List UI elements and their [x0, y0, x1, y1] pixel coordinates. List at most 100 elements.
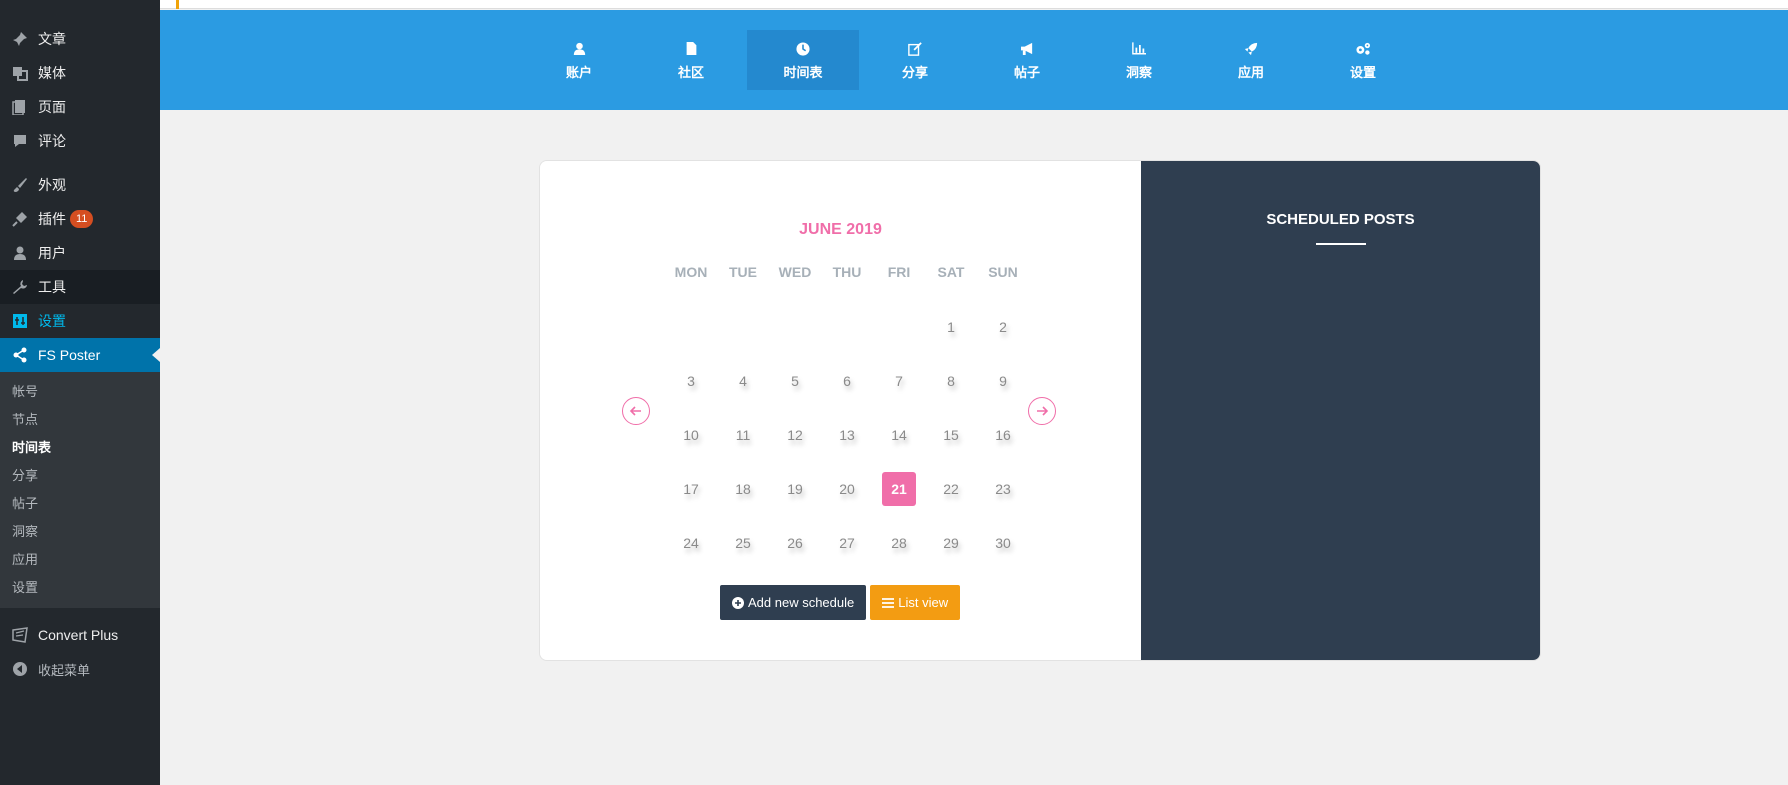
submenu-item-nodes[interactable]: 节点 [0, 406, 160, 434]
calendar-day[interactable]: 22 [925, 472, 977, 506]
calendar-day[interactable]: 24 [665, 526, 717, 560]
calendar-day[interactable]: 10 [665, 418, 717, 452]
calendar-day-empty [821, 310, 873, 344]
file-icon [686, 40, 697, 58]
scheduled-posts-title: SCHEDULED POSTS [1266, 211, 1415, 228]
calendar-day[interactable]: 30 [977, 526, 1029, 560]
weekday-label: SUN [988, 264, 1018, 280]
fs-poster-submenu: 帐号 节点 时间表 分享 帖子 洞察 应用 设置 [0, 372, 160, 608]
submenu-item-posts[interactable]: 帖子 [0, 490, 160, 518]
submenu-item-settings[interactable]: 设置 [0, 574, 160, 602]
media-icon [10, 63, 30, 83]
calendar-day[interactable]: 14 [873, 418, 925, 452]
calendar-day[interactable]: 5 [769, 364, 821, 398]
day-number: 30 [995, 535, 1011, 551]
calendar-day[interactable]: 20 [821, 472, 873, 506]
sidebar-item-posts[interactable]: 文章 [0, 22, 160, 56]
sidebar-item-pages[interactable]: 页面 [0, 90, 160, 124]
calendar-day[interactable]: 3 [665, 364, 717, 398]
sidebar-item-users[interactable]: 用户 [0, 236, 160, 270]
sidebar-item-settings[interactable]: 设置 [0, 304, 160, 338]
admin-sidebar: 文章 媒体 页面 评论 外观 插件 11 用户 工具 设置 FS Poster … [0, 0, 160, 785]
tab-posts[interactable]: 帖子 [971, 30, 1083, 90]
calendar-day[interactable]: 23 [977, 472, 1029, 506]
submenu-item-insights[interactable]: 洞察 [0, 518, 160, 546]
add-schedule-button[interactable]: Add new schedule [720, 585, 867, 620]
calendar-day[interactable]: 26 [769, 526, 821, 560]
edit-icon [908, 40, 922, 58]
calendar-day[interactable]: 28 [873, 526, 925, 560]
sidebar-item-label: Convert Plus [38, 627, 119, 643]
tab-accounts[interactable]: 账户 [523, 30, 635, 90]
calendar-day[interactable]: 7 [873, 364, 925, 398]
calendar-day[interactable]: 27 [821, 526, 873, 560]
calendar-day[interactable]: 1 [925, 310, 977, 344]
sidebar-item-appearance[interactable]: 外观 [0, 168, 160, 202]
calendar-day[interactable]: 16 [977, 418, 1029, 452]
calendar-day-empty [717, 310, 769, 344]
tab-settings[interactable]: 设置 [1307, 30, 1419, 90]
day-number: 21 [882, 472, 916, 506]
submenu-item-accounts[interactable]: 帐号 [0, 378, 160, 406]
calendar-day[interactable]: 8 [925, 364, 977, 398]
calendar-day[interactable]: 4 [717, 364, 769, 398]
submenu-item-share[interactable]: 分享 [0, 462, 160, 490]
calendar-day[interactable]: 25 [717, 526, 769, 560]
tab-insights[interactable]: 洞察 [1083, 30, 1195, 90]
calendar-day[interactable]: 2 [977, 310, 1029, 344]
sidebar-item-media[interactable]: 媒体 [0, 56, 160, 90]
next-month-button[interactable] [1028, 397, 1056, 425]
calendar-day[interactable]: 18 [717, 472, 769, 506]
sidebar-item-label: 工具 [38, 279, 66, 295]
weekday-label: SAT [937, 264, 965, 280]
list-icon [882, 597, 895, 608]
day-number: 25 [735, 535, 751, 551]
calendar-week-row: 12 [665, 300, 1029, 354]
calendar-day[interactable]: 12 [769, 418, 821, 452]
calendar-day[interactable]: 9 [977, 364, 1029, 398]
megaphone-icon [1020, 40, 1035, 58]
tab-schedule[interactable]: 时间表 [747, 30, 859, 90]
prev-month-button[interactable] [622, 397, 650, 425]
tab-apps[interactable]: 应用 [1195, 30, 1307, 90]
list-view-button[interactable]: List view [870, 585, 961, 620]
calendar-day[interactable]: 15 [925, 418, 977, 452]
share-icon [10, 345, 30, 365]
settings-icon [10, 311, 30, 331]
plugin-icon [10, 209, 30, 229]
calendar-panel: JUNE 2019 MON TUE WED THU FRI SAT SUN 12… [540, 161, 1141, 660]
sidebar-item-fs-poster[interactable]: FS Poster [0, 338, 160, 372]
submenu-item-apps[interactable]: 应用 [0, 546, 160, 574]
day-number: 9 [999, 373, 1007, 389]
calendar-week-row: 17 18 19 20 21 22 23 [665, 462, 1029, 516]
calendar-day[interactable]: 6 [821, 364, 873, 398]
sidebar-item-plugins[interactable]: 插件 11 [0, 202, 160, 236]
sidebar-item-comments[interactable]: 评论 [0, 124, 160, 158]
tab-label: 帖子 [1013, 64, 1040, 80]
calendar-day[interactable]: 11 [717, 418, 769, 452]
tab-community[interactable]: 社区 [635, 30, 747, 90]
collapse-menu-button[interactable]: 收起菜单 [0, 652, 160, 686]
calendar-day[interactable]: 29 [925, 526, 977, 560]
sidebar-item-tools[interactable]: 工具 [0, 270, 160, 304]
calendar-day[interactable]: 13 [821, 418, 873, 452]
page-icon [10, 97, 30, 117]
day-number: 20 [839, 481, 855, 497]
submenu-item-schedule[interactable]: 时间表 [0, 434, 160, 462]
notice-strip [160, 0, 1788, 9]
sidebar-item-label: 设置 [38, 313, 66, 329]
tab-label: 分享 [901, 64, 928, 80]
user-icon [10, 243, 30, 263]
calendar-day[interactable]: 17 [665, 472, 717, 506]
calendar-week-row: 3 4 5 6 7 8 9 [665, 354, 1029, 408]
day-number: 4 [739, 373, 747, 389]
weekday-label: FRI [887, 264, 911, 280]
sidebar-item-label: 文章 [38, 31, 66, 47]
calendar-day[interactable]: 19 [769, 472, 821, 506]
day-number: 2 [999, 319, 1007, 335]
tab-share[interactable]: 分享 [859, 30, 971, 90]
day-number: 5 [791, 373, 799, 389]
tab-label: 设置 [1349, 64, 1376, 80]
sidebar-item-convert-plus[interactable]: Convert Plus [0, 618, 160, 652]
calendar-day-today[interactable]: 21 [873, 472, 925, 506]
